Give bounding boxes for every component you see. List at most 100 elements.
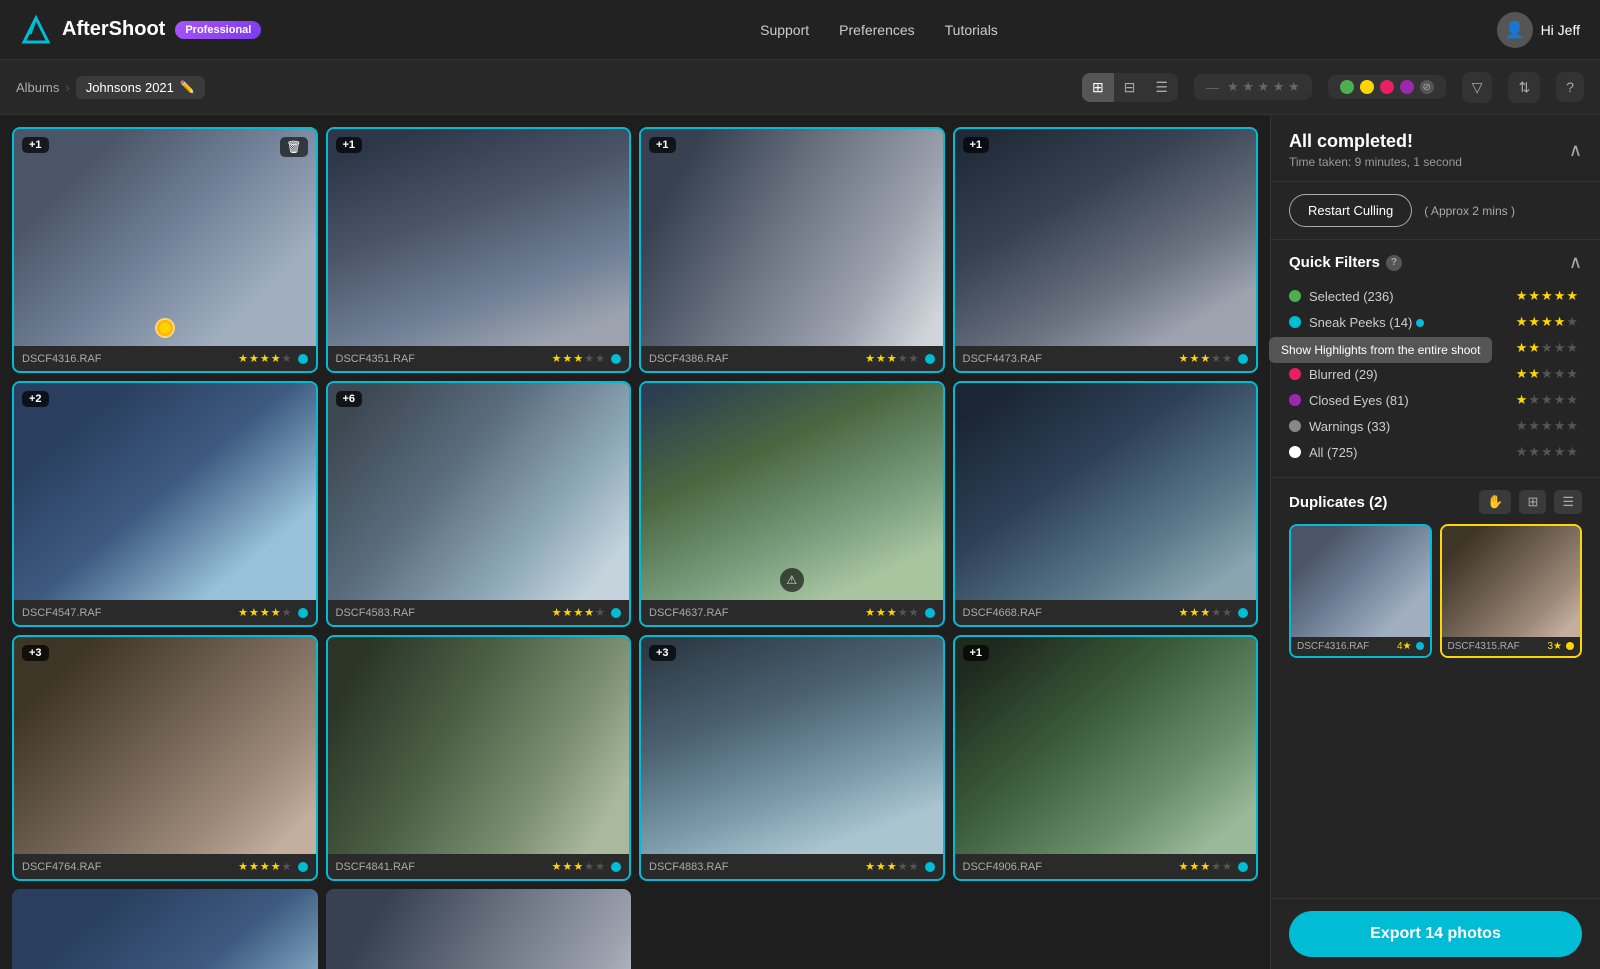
dup-hand-btn[interactable]: ✋ (1479, 490, 1511, 514)
support-link[interactable]: Support (760, 22, 809, 38)
list-view-btn[interactable]: ☰ (1145, 73, 1178, 102)
export-btn[interactable]: Export 14 photos (1289, 911, 1582, 957)
photo-item[interactable]: +1 DSCF4351.RAF ★★★★★ (326, 127, 632, 373)
photo-grid-container[interactable]: +1 🗑 DSCF4316.RAF ★★★★★ +1 DSCF4351.RAF ★… (0, 115, 1270, 969)
album-name: Johnsons 2021 (86, 80, 174, 95)
photo-stars[interactable]: ★★★★★ (865, 860, 918, 873)
user-area[interactable]: 👤 Hi Jeff (1497, 12, 1580, 48)
tutorials-link[interactable]: Tutorials (945, 22, 998, 38)
photo-item[interactable]: DSCF4668.RAF ★★★★★ (953, 381, 1259, 627)
photo-stars[interactable]: ★★★★★ (238, 352, 291, 365)
purple-filter-dot[interactable] (1400, 80, 1414, 94)
dup-grid: DSCF4316.RAF 4★ DSCF4315.RAF 3★ (1289, 524, 1582, 658)
filter-stars[interactable]: ★★★★★ (1516, 288, 1578, 304)
photo-item[interactable]: ⚠ DSCF4637.RAF ★★★★★ (639, 381, 945, 627)
filter-row[interactable]: Warnings (33) ★★★★★ (1289, 413, 1582, 439)
photo-item[interactable]: +6 DSCF4583.RAF ★★★★★ (326, 381, 632, 627)
photo-name: DSCF4668.RAF (963, 607, 1173, 619)
photo-thumbnail: +3 (14, 637, 316, 854)
duplicate-photo-item[interactable]: DSCF4315.RAF 3★ (1440, 524, 1583, 658)
preferences-link[interactable]: Preferences (839, 22, 914, 38)
yellow-filter-dot[interactable] (1360, 80, 1374, 94)
quick-filters-help-icon[interactable]: ? (1386, 255, 1402, 271)
help-btn[interactable]: ? (1556, 72, 1584, 102)
photo-item[interactable]: +1 DSCF4386.RAF ★★★★★ (639, 127, 945, 373)
photo-info: DSCF4316.RAF ★★★★★ (14, 346, 316, 371)
photo-image: +1 (955, 129, 1257, 346)
filter-row[interactable]: Blurred (29) ★★★★★ (1289, 361, 1582, 387)
filter-stars[interactable]: ★★★★★ (1516, 314, 1578, 330)
photo-stars[interactable]: ★★★★★ (865, 352, 918, 365)
filter-label: Selected (236) (1309, 289, 1516, 304)
photo-stars[interactable]: ★★★★★ (238, 860, 291, 873)
photo-stars[interactable]: ★★★★★ (865, 606, 918, 619)
quick-filters-collapse-btn[interactable]: ∧ (1569, 252, 1582, 273)
filter-row[interactable]: Rejects (105) ★★★★★ (1289, 335, 1582, 361)
photo-item[interactable] (12, 889, 318, 969)
grid-view-btn[interactable]: ⊞ (1082, 73, 1114, 102)
photo-item[interactable]: +1 DSCF4473.RAF ★★★★★ (953, 127, 1259, 373)
right-panel: All completed! Time taken: 9 minutes, 1 … (1270, 115, 1600, 969)
collapse-btn[interactable]: ∧ (1569, 140, 1582, 161)
star-filter[interactable]: — ★ ★ ★ ★ ★ (1194, 74, 1312, 100)
photo-image: +3 (14, 637, 316, 854)
photo-item[interactable]: +3 DSCF4883.RAF ★★★★★ (639, 635, 945, 881)
photo-badge: +1 (22, 137, 49, 153)
selected-indicator (155, 318, 175, 338)
filter-row[interactable]: Selected (236) ★★★★★ (1289, 283, 1582, 309)
photo-item[interactable]: +2 DSCF4547.RAF ★★★★★ (12, 381, 318, 627)
dup-image (1442, 526, 1581, 637)
photo-info: DSCF4583.RAF ★★★★★ (328, 600, 630, 625)
photo-status-dot (298, 608, 308, 618)
restart-culling-btn[interactable]: Restart Culling (1289, 194, 1412, 227)
albums-link[interactable]: Albums (16, 80, 59, 95)
filter-stars[interactable]: ★★★★★ (1516, 418, 1578, 434)
dup-grid-btn[interactable]: ⊞ (1519, 490, 1546, 514)
filter-row[interactable]: Closed Eyes (81) ★★★★★ (1289, 387, 1582, 413)
photo-stars[interactable]: ★★★★★ (552, 606, 605, 619)
photo-name: DSCF4583.RAF (336, 607, 546, 619)
photo-thumbnail: +2 (14, 383, 316, 600)
color-filters[interactable]: ⊘ (1328, 75, 1446, 99)
filter-sneak-dot (1416, 319, 1424, 327)
photo-image: +1 (641, 129, 943, 346)
photo-stars[interactable]: ★★★★★ (1179, 606, 1232, 619)
filter-stars[interactable]: ★★★★★ (1516, 392, 1578, 408)
dup-controls: ✋ ⊞ ☰ (1479, 490, 1582, 514)
photo-stars[interactable]: ★★★★★ (1179, 352, 1232, 365)
photo-thumbnail: +1 🗑 (14, 129, 316, 346)
photo-stars[interactable]: ★★★★★ (238, 606, 291, 619)
view-buttons: ⊞ ⊟ ☰ (1082, 73, 1178, 102)
photo-stars[interactable]: ★★★★★ (1179, 860, 1232, 873)
filter-row[interactable]: All (725) ★★★★★ (1289, 439, 1582, 465)
sort-btn[interactable]: ⇅ (1508, 72, 1540, 103)
photo-item[interactable]: +3 DSCF4764.RAF ★★★★★ (12, 635, 318, 881)
filter-stars[interactable]: ★★★★★ (1516, 340, 1578, 356)
photo-name: DSCF4547.RAF (22, 607, 232, 619)
photo-delete-btn[interactable]: 🗑 (280, 137, 307, 157)
dup-name: DSCF4316.RAF (1297, 641, 1393, 652)
photo-thumbnail: +1 (328, 129, 630, 346)
small-grid-view-btn[interactable]: ⊟ (1114, 73, 1146, 102)
red-filter-dot[interactable] (1380, 80, 1394, 94)
pro-badge: Professional (175, 21, 261, 39)
no-color-filter-dot[interactable]: ⊘ (1420, 80, 1434, 94)
green-filter-dot[interactable] (1340, 80, 1354, 94)
duplicate-photo-item[interactable]: DSCF4316.RAF 4★ (1289, 524, 1432, 658)
photo-stars[interactable]: ★★★★★ (552, 860, 605, 873)
duplicates-title: Duplicates (2) (1289, 494, 1387, 511)
photo-item[interactable]: +1 🗑 DSCF4316.RAF ★★★★★ (12, 127, 318, 373)
photo-thumbnail: +1 (955, 129, 1257, 346)
filter-stars[interactable]: ★★★★★ (1516, 366, 1578, 382)
filter-stars[interactable]: ★★★★★ (1516, 444, 1578, 460)
filter-row[interactable]: Sneak Peeks (14) ★★★★★ Show Highlights f… (1289, 309, 1582, 335)
photo-item[interactable]: DSCF4841.RAF ★★★★★ (326, 635, 632, 881)
filter-btn[interactable]: ▽ (1462, 72, 1493, 103)
photo-thumbnail: +1 (641, 129, 943, 346)
dup-list-btn[interactable]: ☰ (1554, 490, 1582, 514)
photo-thumbnail: ⚠ (641, 383, 943, 600)
photo-item[interactable]: +1 DSCF4906.RAF ★★★★★ (953, 635, 1259, 881)
photo-item[interactable] (326, 889, 632, 969)
photo-stars[interactable]: ★★★★★ (552, 352, 605, 365)
edit-album-icon[interactable]: ✏️ (180, 80, 195, 94)
